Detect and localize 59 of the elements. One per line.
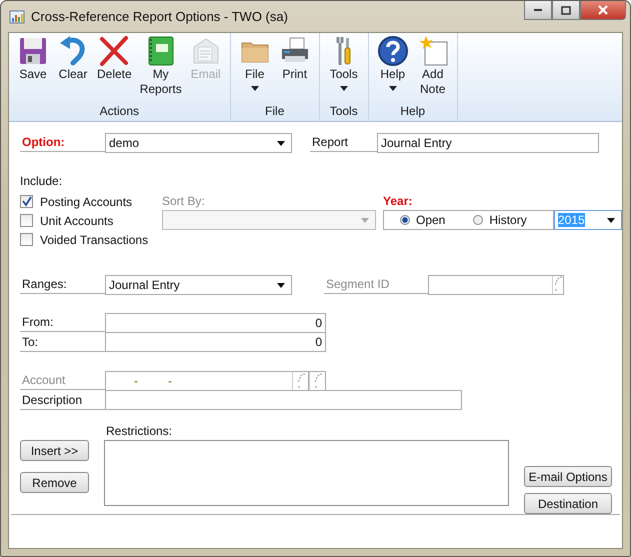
email-options-button[interactable]: E-mail Options	[524, 466, 612, 487]
ribbon-button[interactable]: Help	[372, 33, 413, 104]
radio-button[interactable]: History	[473, 213, 527, 227]
window-title: Cross-Reference Report Options - TWO (sa)	[31, 9, 288, 24]
minimize-icon	[533, 8, 543, 12]
ribbon-button[interactable]: Clear	[53, 33, 93, 104]
group-label: Help	[400, 104, 426, 120]
option-dropdown[interactable]: demo	[105, 133, 292, 153]
ribbon-button[interactable]: Tools	[324, 33, 364, 104]
close-icon	[597, 5, 609, 15]
include-label: Include:	[20, 174, 64, 188]
group-label: Actions	[100, 104, 140, 120]
caret-icon	[277, 140, 285, 146]
radio-button[interactable]: Open	[400, 213, 446, 227]
remove-button[interactable]: Remove	[20, 472, 89, 493]
minimize-button[interactable]	[524, 1, 552, 20]
to-field[interactable]: 0	[105, 333, 326, 352]
caret-icon	[340, 86, 348, 91]
ribbon-button[interactable]: Save	[13, 33, 53, 104]
lookup-icon	[552, 276, 563, 294]
caret-icon	[607, 218, 615, 222]
restrictions-list[interactable]	[104, 440, 509, 506]
app-icon	[9, 8, 25, 24]
close-button[interactable]	[580, 1, 626, 20]
checkbox-label: Unit Accounts	[40, 214, 114, 228]
ranges-dropdown[interactable]: Journal Entry	[105, 275, 292, 295]
checkbox-label: Voided Transactions	[40, 232, 148, 246]
caret-icon	[388, 86, 397, 91]
checkbox-label: Posting Accounts	[40, 194, 132, 208]
destination-button[interactable]: Destination	[524, 493, 612, 514]
ribbon-button[interactable]: Add Note	[412, 33, 453, 104]
caret-icon	[277, 282, 285, 288]
ribbon-button[interactable]: Delete	[93, 33, 136, 104]
sort-by-dropdown[interactable]	[162, 210, 376, 230]
sort-by-label: Sort By:	[162, 194, 206, 208]
x-icon	[98, 35, 130, 67]
year-label: Year:	[383, 194, 414, 208]
maximize-icon	[561, 6, 571, 14]
checkbox[interactable]	[20, 214, 33, 227]
note-icon	[416, 35, 449, 67]
maximize-button[interactable]	[552, 1, 580, 20]
restrictions-label: Restrictions:	[105, 424, 174, 438]
checkbox[interactable]	[20, 233, 33, 246]
checkbox[interactable]	[20, 195, 33, 208]
ribbon-button[interactable]: Print	[274, 33, 315, 104]
from-field[interactable]: 0	[105, 313, 326, 333]
group-label: Tools	[330, 104, 358, 120]
description-field[interactable]	[105, 390, 462, 410]
segment-id-field[interactable]	[428, 275, 564, 295]
help-icon	[376, 35, 409, 67]
group-label: File	[265, 104, 284, 120]
ribbon-button[interactable]: File	[234, 33, 275, 104]
report-field[interactable]: Journal Entry	[377, 133, 599, 153]
insert-button[interactable]: Insert >>	[20, 440, 89, 461]
lookup-icon	[312, 373, 322, 389]
ribbon-button[interactable]: My Reports	[136, 33, 186, 104]
caret-icon	[361, 218, 369, 222]
lookup-icon	[296, 373, 306, 389]
caret-icon	[250, 86, 259, 91]
